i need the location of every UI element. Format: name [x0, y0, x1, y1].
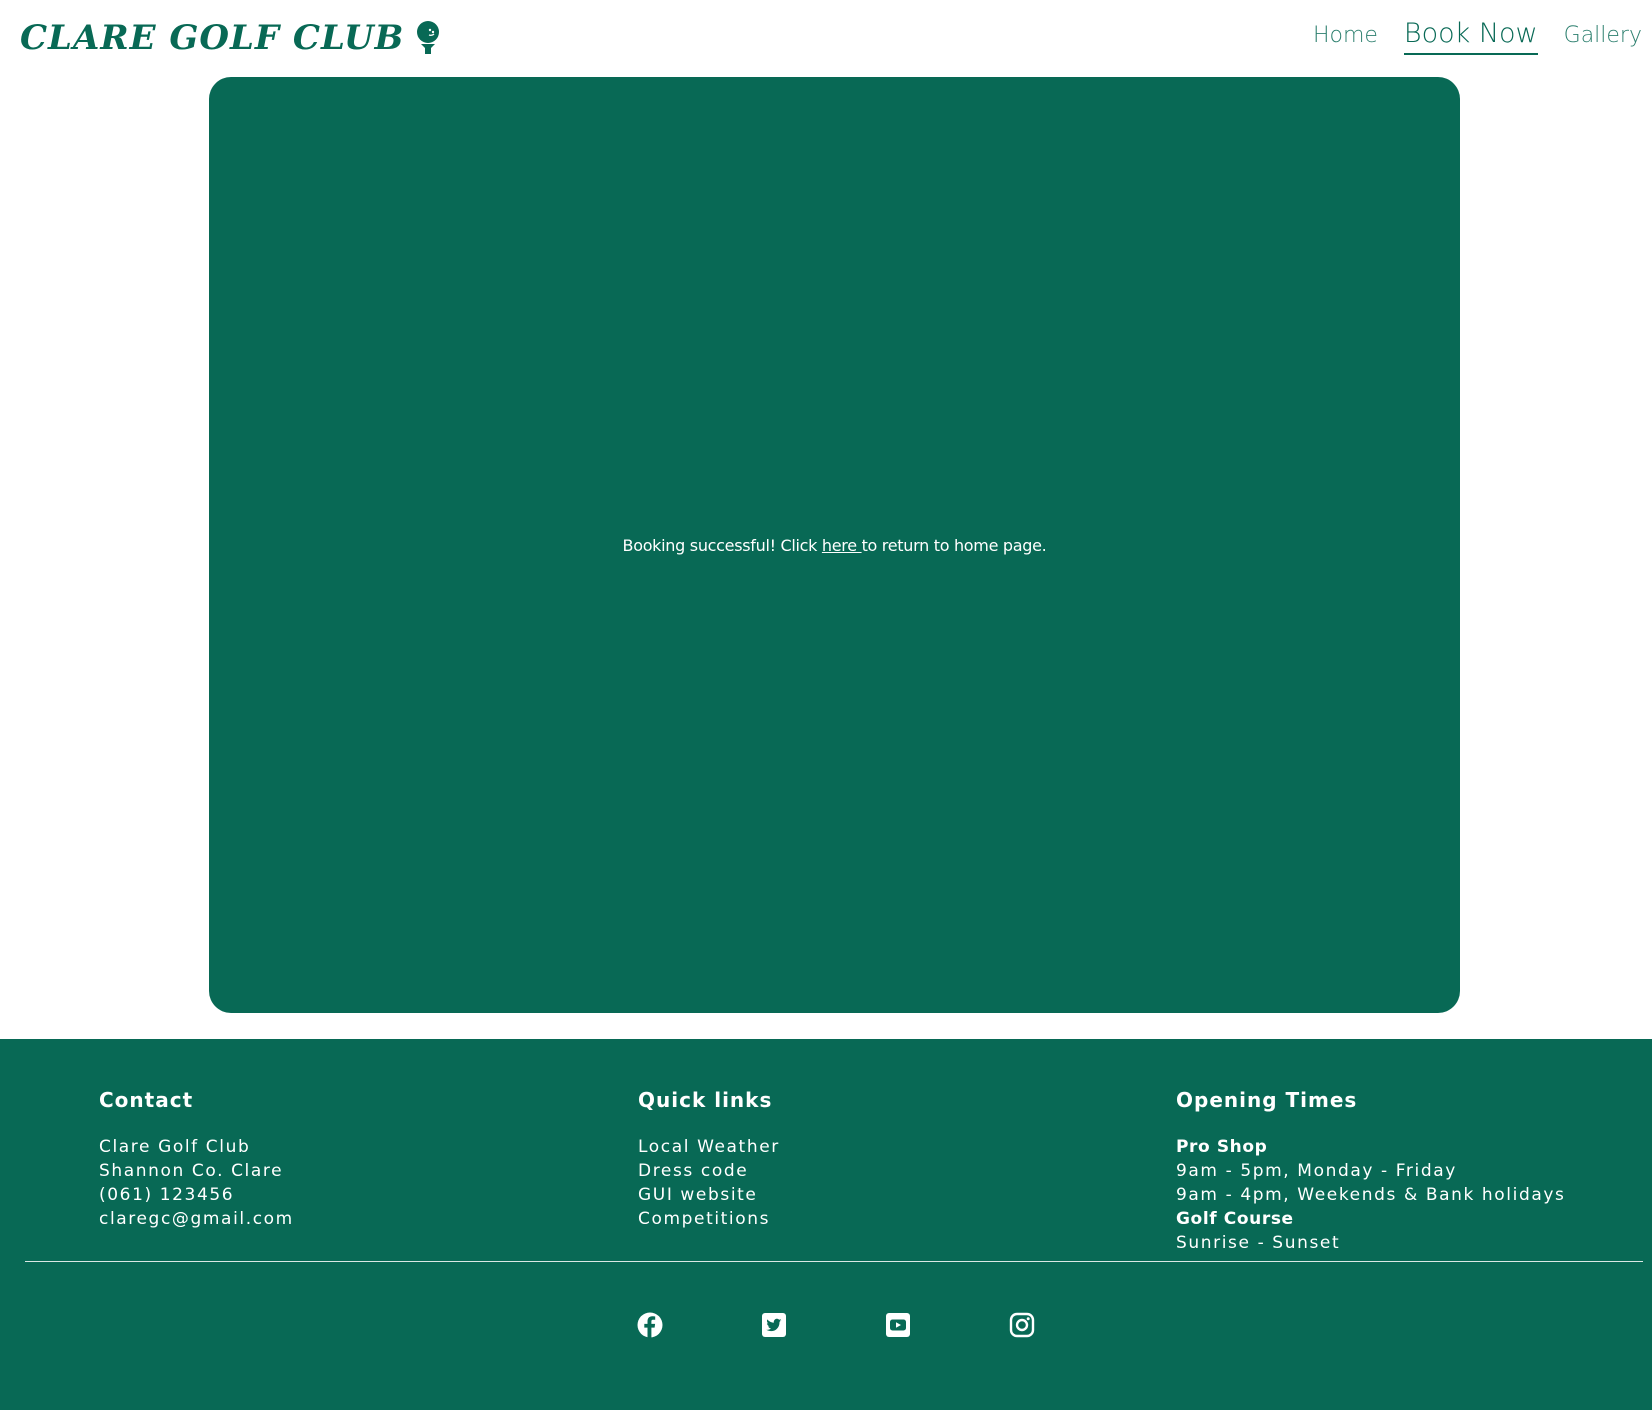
golf-course-label: Golf Course — [1176, 1209, 1294, 1229]
contact-phone: (061) 123456 — [99, 1185, 235, 1205]
contact-name: Clare Golf Club — [99, 1137, 251, 1157]
opening-times-heading: Opening Times — [1176, 1088, 1358, 1112]
contact-address: Shannon Co. Clare — [99, 1161, 284, 1181]
nav-home[interactable]: Home — [1313, 14, 1378, 58]
link-gui-website[interactable]: GUI website — [638, 1183, 780, 1207]
link-local-weather[interactable]: Local Weather — [638, 1135, 780, 1159]
logo-text: CLARE GOLF CLUB — [20, 18, 405, 58]
main-nav: Home Book Now Gallery — [1287, 14, 1642, 58]
facebook-icon[interactable] — [636, 1311, 664, 1339]
footer-divider — [25, 1261, 1643, 1262]
nav-gallery[interactable]: Gallery — [1564, 14, 1642, 58]
footer-contact: Contact Clare Golf Club Shannon Co. Clar… — [99, 1087, 294, 1231]
pro-shop-label: Pro Shop — [1176, 1137, 1268, 1157]
link-competitions[interactable]: Competitions — [638, 1207, 780, 1231]
youtube-icon[interactable] — [884, 1311, 912, 1339]
pro-shop-weekend-hours: 9am - 4pm, Weekends & Bank holidays — [1176, 1185, 1566, 1205]
nav-book-now[interactable]: Book Now — [1403, 15, 1538, 55]
booking-success-message: Booking successful! Click here to return… — [623, 536, 1047, 555]
message-text-before: Booking successful! Click — [622, 535, 822, 555]
link-dress-code[interactable]: Dress code — [638, 1159, 780, 1183]
golf-ball-on-tee-icon — [414, 20, 442, 56]
contact-heading: Contact — [99, 1088, 194, 1112]
instagram-icon[interactable] — [1008, 1311, 1036, 1339]
message-text-after: to return to home page. — [861, 535, 1047, 555]
site-header: CLARE GOLF CLUB Home Book Now Gallery — [0, 0, 1652, 76]
twitter-icon[interactable] — [760, 1311, 788, 1339]
site-footer: Contact Clare Golf Club Shannon Co. Clar… — [0, 1039, 1652, 1410]
booking-confirmation-card: Booking successful! Click here to return… — [209, 77, 1460, 1013]
site-logo[interactable]: CLARE GOLF CLUB — [20, 14, 442, 62]
pro-shop-weekday-hours: 9am - 5pm, Monday - Friday — [1176, 1161, 1457, 1181]
golf-course-hours: Sunrise - Sunset — [1176, 1233, 1341, 1253]
contact-email: claregc@gmail.com — [99, 1209, 294, 1229]
return-home-link[interactable]: here — [822, 536, 862, 555]
footer-opening-times: Opening Times Pro Shop 9am - 5pm, Monday… — [1176, 1087, 1565, 1255]
quick-links-heading: Quick links — [638, 1088, 773, 1112]
footer-quick-links: Quick links Local Weather Dress code GUI… — [638, 1087, 780, 1231]
